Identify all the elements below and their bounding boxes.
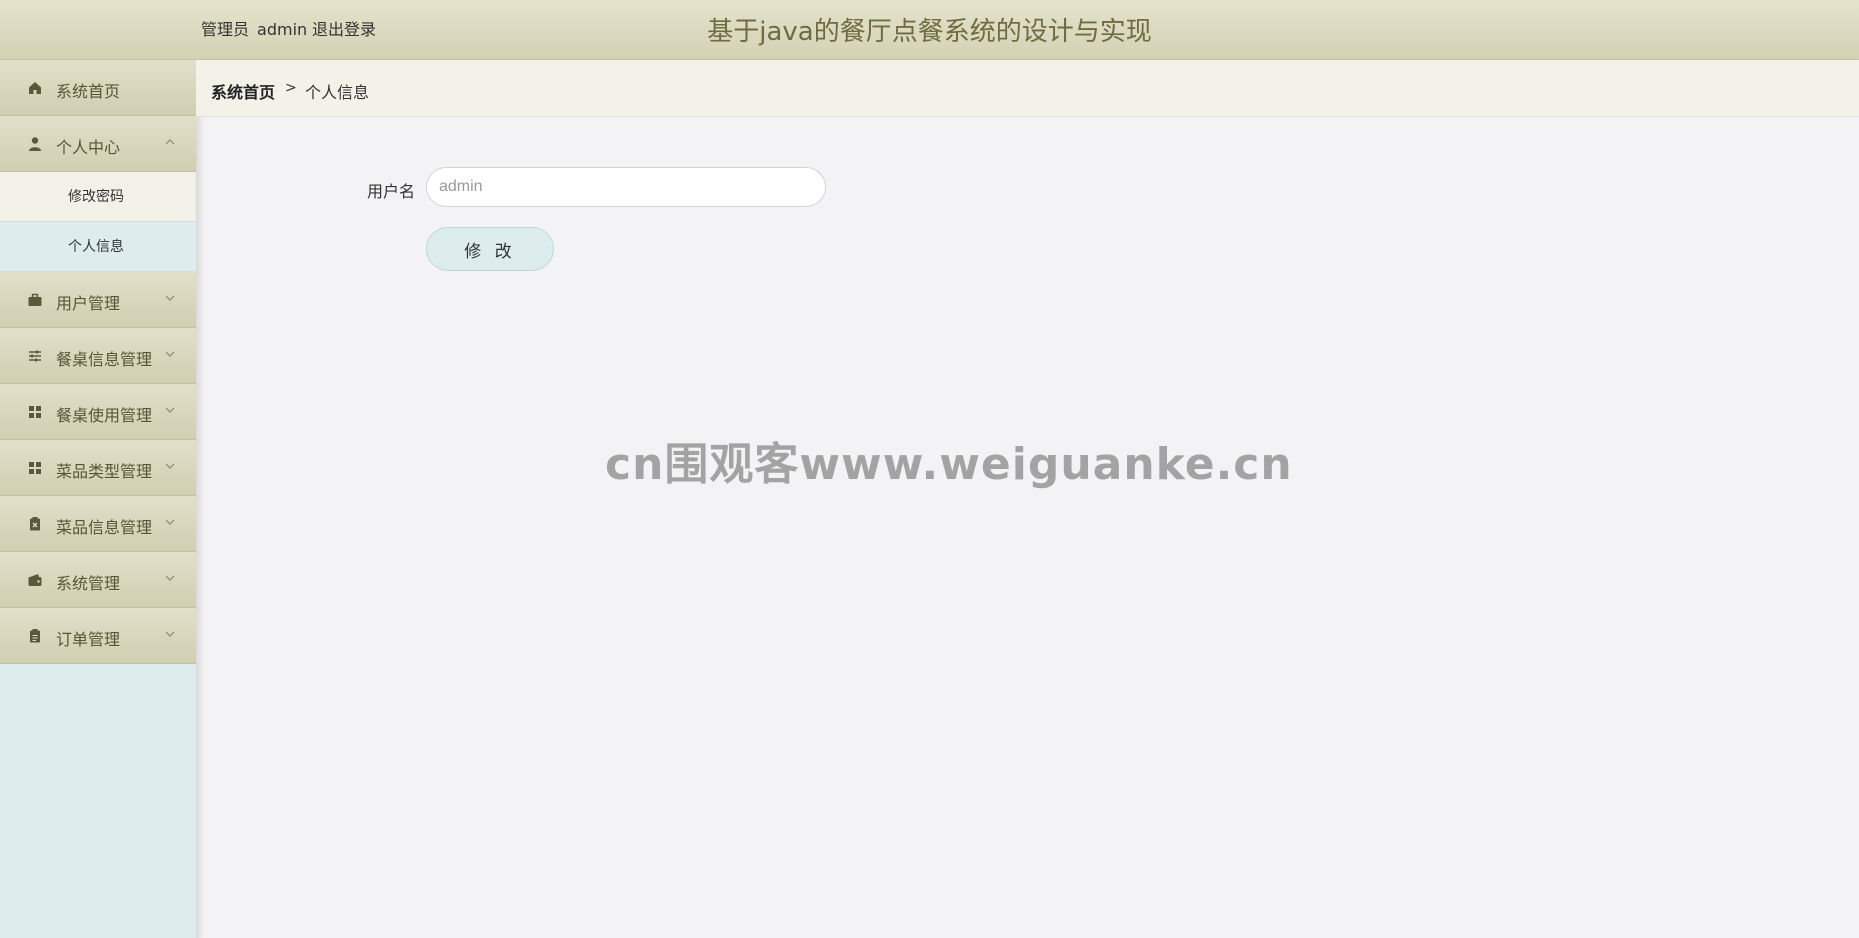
sidebar-item-label: 订单管理 bbox=[56, 630, 121, 649]
sidebar-item-table-info[interactable]: 餐桌信息管理 bbox=[0, 328, 196, 384]
chevron-down-icon bbox=[165, 351, 175, 357]
sidebar-item-label: 用户管理 bbox=[56, 294, 121, 313]
sidebar-item-label: 菜品类型管理 bbox=[56, 462, 153, 481]
chevron-down-icon bbox=[165, 463, 175, 469]
modify-button[interactable]: 修 改 bbox=[426, 227, 554, 271]
grid-icon bbox=[29, 462, 41, 474]
clipboard-x-icon bbox=[30, 517, 40, 531]
sidebar-item-label: 系统首页 bbox=[56, 82, 121, 101]
sidebar-item-dish-info[interactable]: 菜品信息管理 bbox=[0, 496, 196, 552]
sidebar-item-personal-center[interactable]: 个人中心 bbox=[0, 116, 196, 172]
sidebar-item-order-management[interactable]: 订单管理 bbox=[0, 608, 196, 664]
sidebar-item-home[interactable]: 系统首页 bbox=[0, 60, 196, 116]
breadcrumb: 系统首页 > 个人信息 bbox=[196, 60, 1859, 117]
watermark: cn围观客www.weiguanke.cn bbox=[605, 439, 1293, 490]
sidebar: 系统首页 个人中心 修改密码 个人信息 用户管理 餐桌信息管理 餐桌使用管理 菜… bbox=[0, 60, 196, 938]
sidebar-item-label: 餐桌信息管理 bbox=[56, 350, 153, 369]
breadcrumb-home[interactable]: 系统首页 bbox=[211, 79, 275, 103]
sidebar-subitem-personal-info[interactable]: 个人信息 bbox=[0, 222, 196, 272]
chevron-down-icon bbox=[165, 295, 175, 301]
wallet-icon bbox=[28, 574, 42, 586]
username-label: 用户名 bbox=[367, 182, 416, 201]
sidebar-item-label: 餐桌使用管理 bbox=[56, 406, 153, 425]
sidebar-shadow bbox=[196, 60, 204, 938]
chevron-down-icon bbox=[165, 519, 175, 525]
grid-icon bbox=[29, 406, 41, 418]
briefcase-icon bbox=[28, 293, 42, 306]
clipboard-icon bbox=[30, 629, 40, 643]
sidebar-item-user-management[interactable]: 用户管理 bbox=[0, 272, 196, 328]
sidebar-item-label: 菜品信息管理 bbox=[56, 518, 153, 537]
sidebar-subitem-change-password[interactable]: 修改密码 bbox=[0, 172, 196, 222]
username-input[interactable] bbox=[426, 167, 826, 207]
sidebar-item-label: 系统管理 bbox=[56, 574, 121, 593]
sidebar-item-table-usage[interactable]: 餐桌使用管理 bbox=[0, 384, 196, 440]
home-icon bbox=[29, 82, 41, 94]
breadcrumb-current: 个人信息 bbox=[305, 83, 370, 102]
sidebar-item-system-management[interactable]: 系统管理 bbox=[0, 552, 196, 608]
breadcrumb-separator: > bbox=[285, 80, 297, 96]
chevron-down-icon bbox=[165, 631, 175, 637]
sidebar-item-label: 个人中心 bbox=[56, 138, 121, 157]
chevron-up-icon bbox=[165, 139, 175, 145]
top-header: 管理员 admin 退出登录 基于java的餐厅点餐系统的设计与实现 bbox=[0, 0, 1859, 60]
sliders-icon bbox=[29, 350, 41, 362]
system-title: 基于java的餐厅点餐系统的设计与实现 bbox=[707, 17, 1152, 47]
sidebar-item-dish-type[interactable]: 菜品类型管理 bbox=[0, 440, 196, 496]
chevron-down-icon bbox=[165, 575, 175, 581]
user-icon bbox=[29, 137, 41, 151]
chevron-down-icon bbox=[165, 407, 175, 413]
